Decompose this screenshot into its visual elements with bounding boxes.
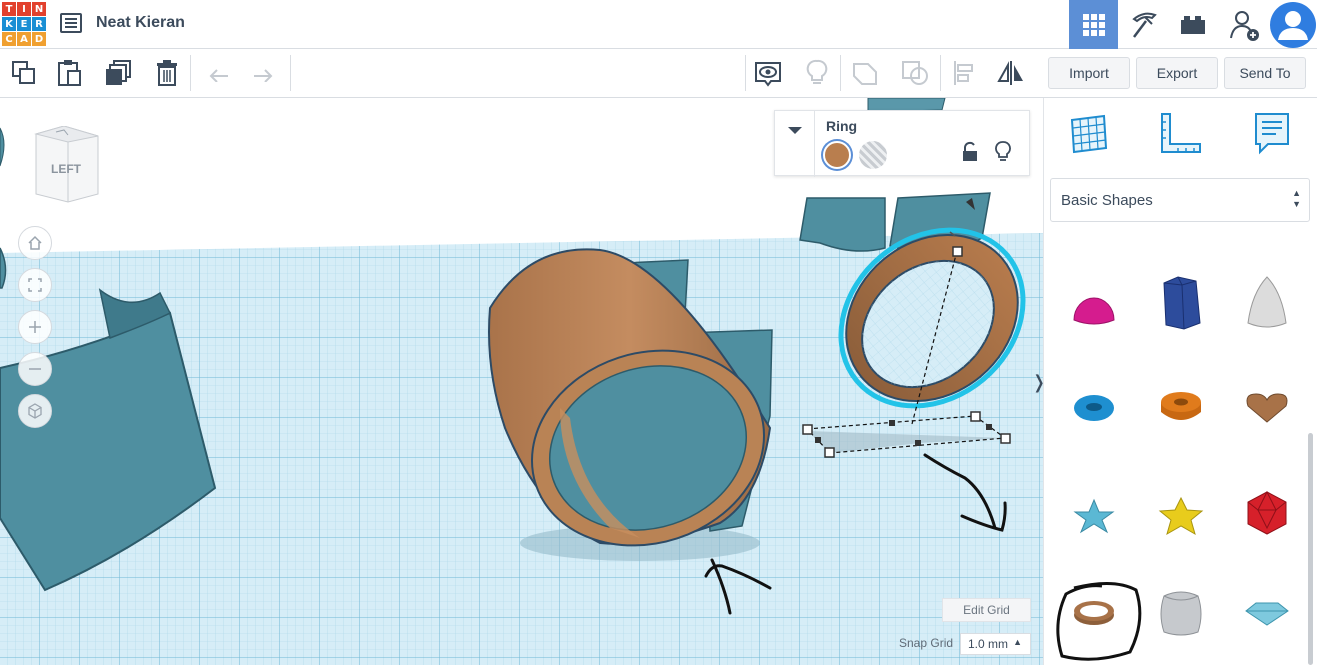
delete-icon[interactable]: [149, 55, 185, 91]
solid-color-swatch[interactable]: [823, 141, 851, 169]
paste-icon[interactable]: [52, 55, 88, 91]
undo-icon[interactable]: [200, 55, 236, 91]
duplicate-icon[interactable]: [101, 55, 137, 91]
fit-view-icon[interactable]: [18, 268, 52, 302]
grid-view-icon[interactable]: [1069, 0, 1118, 49]
pickaxe-icon[interactable]: [1119, 0, 1168, 49]
shape-category-label: Basic Shapes: [1061, 191, 1153, 209]
group-icon[interactable]: [848, 55, 884, 91]
copy-icon[interactable]: [6, 55, 42, 91]
panel-toggle-chevron-icon[interactable]: ❭: [1031, 363, 1043, 401]
shape-category-select[interactable]: Basic Shapes ▲ ▼: [1050, 178, 1310, 222]
logo-letter: N: [32, 2, 46, 16]
align-icon[interactable]: [946, 55, 982, 91]
redo-icon[interactable]: [246, 55, 282, 91]
toolbar: Import Export Send To: [0, 49, 1317, 98]
design-menu-icon[interactable]: [60, 13, 82, 33]
send-to-button[interactable]: Send To: [1224, 57, 1306, 89]
logo-letter: C: [2, 32, 16, 46]
star-shape[interactable]: [1059, 481, 1129, 551]
home-view-icon[interactable]: [18, 226, 52, 260]
view-cube[interactable]: LEFT: [34, 125, 100, 204]
hole-swatch[interactable]: [859, 141, 887, 169]
rounded-box-shape[interactable]: [1146, 578, 1216, 648]
logo-letter: T: [2, 2, 16, 16]
shapes-panel: Basic Shapes ▲ ▼: [1043, 98, 1317, 665]
project-name[interactable]: Neat Kieran: [96, 14, 185, 32]
tube-shape[interactable]: [1146, 373, 1216, 443]
snap-grid-select[interactable]: 1.0 mm ▲: [960, 633, 1031, 655]
shape-inspector: Ring: [774, 110, 1030, 177]
ring-highlight-scribble: [1056, 581, 1142, 661]
workplane-viewport[interactable]: LEFT Ring Edit Grid Snap Grid 1.0 mm ▲: [0, 98, 1043, 665]
half-sphere-shape[interactable]: [1059, 273, 1129, 343]
logo-letter: E: [17, 17, 31, 31]
hide-light-bulb-icon[interactable]: [994, 140, 1012, 169]
select-arrows-icon: ▲ ▼: [1292, 188, 1301, 209]
snap-grid-value: 1.0 mm: [968, 637, 1009, 651]
logo-letter: R: [32, 17, 46, 31]
light-bulb-icon[interactable]: [799, 55, 835, 91]
lock-icon[interactable]: [961, 141, 979, 168]
zoom-out-icon[interactable]: [18, 352, 52, 386]
mirror-icon[interactable]: [993, 55, 1029, 91]
scene-canvas[interactable]: [0, 98, 1043, 665]
bricks-icon[interactable]: [1168, 0, 1217, 49]
logo-letter: I: [17, 2, 31, 16]
logo-letter: K: [2, 17, 16, 31]
add-user-icon[interactable]: [1219, 0, 1268, 49]
view-cube-face-label: LEFT: [51, 162, 81, 176]
shape-name[interactable]: Ring: [826, 118, 857, 134]
top-bar: TIN KER CAD Neat Kieran: [0, 0, 1317, 49]
ungroup-icon[interactable]: [897, 55, 933, 91]
show-all-icon[interactable]: [750, 55, 786, 91]
collapse-inspector-button[interactable]: [775, 111, 815, 177]
logo-letter: D: [32, 32, 46, 46]
import-button[interactable]: Import: [1048, 57, 1130, 89]
torus-shape[interactable]: [1059, 373, 1129, 443]
heart-shape[interactable]: [1232, 373, 1302, 443]
export-button[interactable]: Export: [1136, 57, 1218, 89]
snap-grid-label: Snap Grid: [899, 636, 954, 650]
notes-icon[interactable]: [1250, 110, 1294, 158]
tinkercad-logo[interactable]: TIN KER CAD: [2, 2, 46, 46]
perspective-icon[interactable]: [18, 394, 52, 428]
workplane-icon[interactable]: [1066, 110, 1110, 158]
user-avatar-icon[interactable]: [1268, 0, 1317, 49]
logo-letter: A: [17, 32, 31, 46]
caret-up-icon: ▲: [1013, 637, 1022, 647]
icosahedron-shape[interactable]: [1232, 478, 1302, 548]
edit-grid-button[interactable]: Edit Grid: [942, 598, 1031, 622]
zoom-in-icon[interactable]: [18, 310, 52, 344]
ruler-icon[interactable]: [1158, 110, 1202, 158]
polygon-shape[interactable]: [1146, 268, 1216, 338]
panel-scrollbar[interactable]: [1308, 433, 1313, 665]
diamond-shape[interactable]: [1232, 578, 1302, 648]
paraboloid-shape[interactable]: [1232, 268, 1302, 338]
star-gold-shape[interactable]: [1146, 481, 1216, 551]
